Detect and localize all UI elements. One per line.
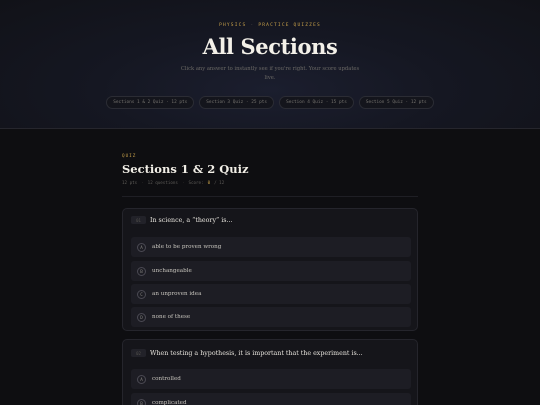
- quiz-nav-pill-sections-1-2[interactable]: Sections 1 & 2 Quiz · 12 pts: [106, 96, 195, 109]
- option-letter: D: [137, 312, 146, 322]
- quiz-nav-pill-section-3[interactable]: Section 3 Quiz · 25 pts: [199, 96, 275, 109]
- answer-option-b[interactable]: B complicated: [131, 393, 411, 405]
- score-value: 0: [207, 180, 211, 185]
- answer-option-a[interactable]: A able to be proven wrong: [131, 237, 411, 257]
- meta-separator: ·: [141, 180, 144, 185]
- score-total: / 12: [214, 180, 225, 185]
- option-text: an unproven idea: [152, 291, 202, 297]
- meta-separator: ·: [181, 180, 185, 185]
- answer-option-c[interactable]: C an unproven idea: [131, 284, 411, 304]
- option-letter: A: [137, 374, 146, 384]
- subject-eyebrow: PHYSICS · PRACTICE QUIZZES: [0, 23, 540, 28]
- quiz-nav: Sections 1 & 2 Quiz · 12 pts Section 3 Q…: [0, 96, 540, 109]
- question-card: 02 When testing a hypothesis, it is impo…: [122, 339, 418, 405]
- question-header: 02 When testing a hypothesis, it is impo…: [123, 340, 417, 366]
- quiz-nav-pill-section-4[interactable]: Section 4 Quiz · 15 pts: [279, 96, 354, 109]
- quiz-header: QUIZ Sections 1 & 2 Quiz 12 pts · 12 que…: [122, 154, 418, 185]
- option-text: able to be proven wrong: [152, 244, 222, 250]
- answer-option-d[interactable]: D none of these: [131, 307, 411, 327]
- question-number: 01: [131, 216, 146, 224]
- hero-header: PHYSICS · PRACTICE QUIZZES All Sections Cl…: [0, 0, 540, 129]
- option-text: none of these: [152, 314, 191, 320]
- quiz-points: 12 pts: [122, 180, 138, 185]
- answer-option-b[interactable]: B unchangeable: [131, 261, 411, 281]
- quiz-question-count: 12 questions: [147, 180, 178, 185]
- question-header: 01 In science, a “theory” is...: [123, 209, 417, 231]
- option-letter: A: [137, 242, 146, 252]
- question-text: When testing a hypothesis, it is importa…: [150, 349, 363, 357]
- subject-label: PHYSICS: [219, 23, 247, 28]
- quiz-title: Sections 1 & 2 Quiz: [122, 162, 249, 176]
- page-title: All Sections: [202, 34, 338, 59]
- answer-option-a[interactable]: A controlled: [131, 369, 411, 389]
- eyebrow-separator: ·: [250, 23, 255, 28]
- option-text: controlled: [152, 376, 181, 382]
- quiz-meta: 12 pts · 12 questions · Score: 0 / 12: [122, 180, 418, 185]
- question-card: 01 In science, a “theory” is... A able t…: [122, 208, 418, 331]
- section-divider: [122, 196, 418, 197]
- question-text: In science, a “theory” is...: [150, 216, 233, 224]
- option-text: unchangeable: [152, 268, 192, 274]
- page-subtitle: Click any answer to instantly see if you…: [180, 66, 360, 81]
- score-label: Score:: [188, 180, 204, 185]
- option-text: complicated: [152, 400, 187, 405]
- quiz-tag: QUIZ: [122, 154, 137, 159]
- question-number: 02: [131, 349, 146, 357]
- section-label: PRACTICE QUIZZES: [258, 23, 321, 28]
- option-letter: B: [137, 398, 146, 405]
- option-letter: C: [137, 289, 146, 299]
- quiz-nav-pill-section-5[interactable]: Section 5 Quiz · 12 pts: [358, 96, 434, 109]
- option-letter: B: [137, 266, 146, 276]
